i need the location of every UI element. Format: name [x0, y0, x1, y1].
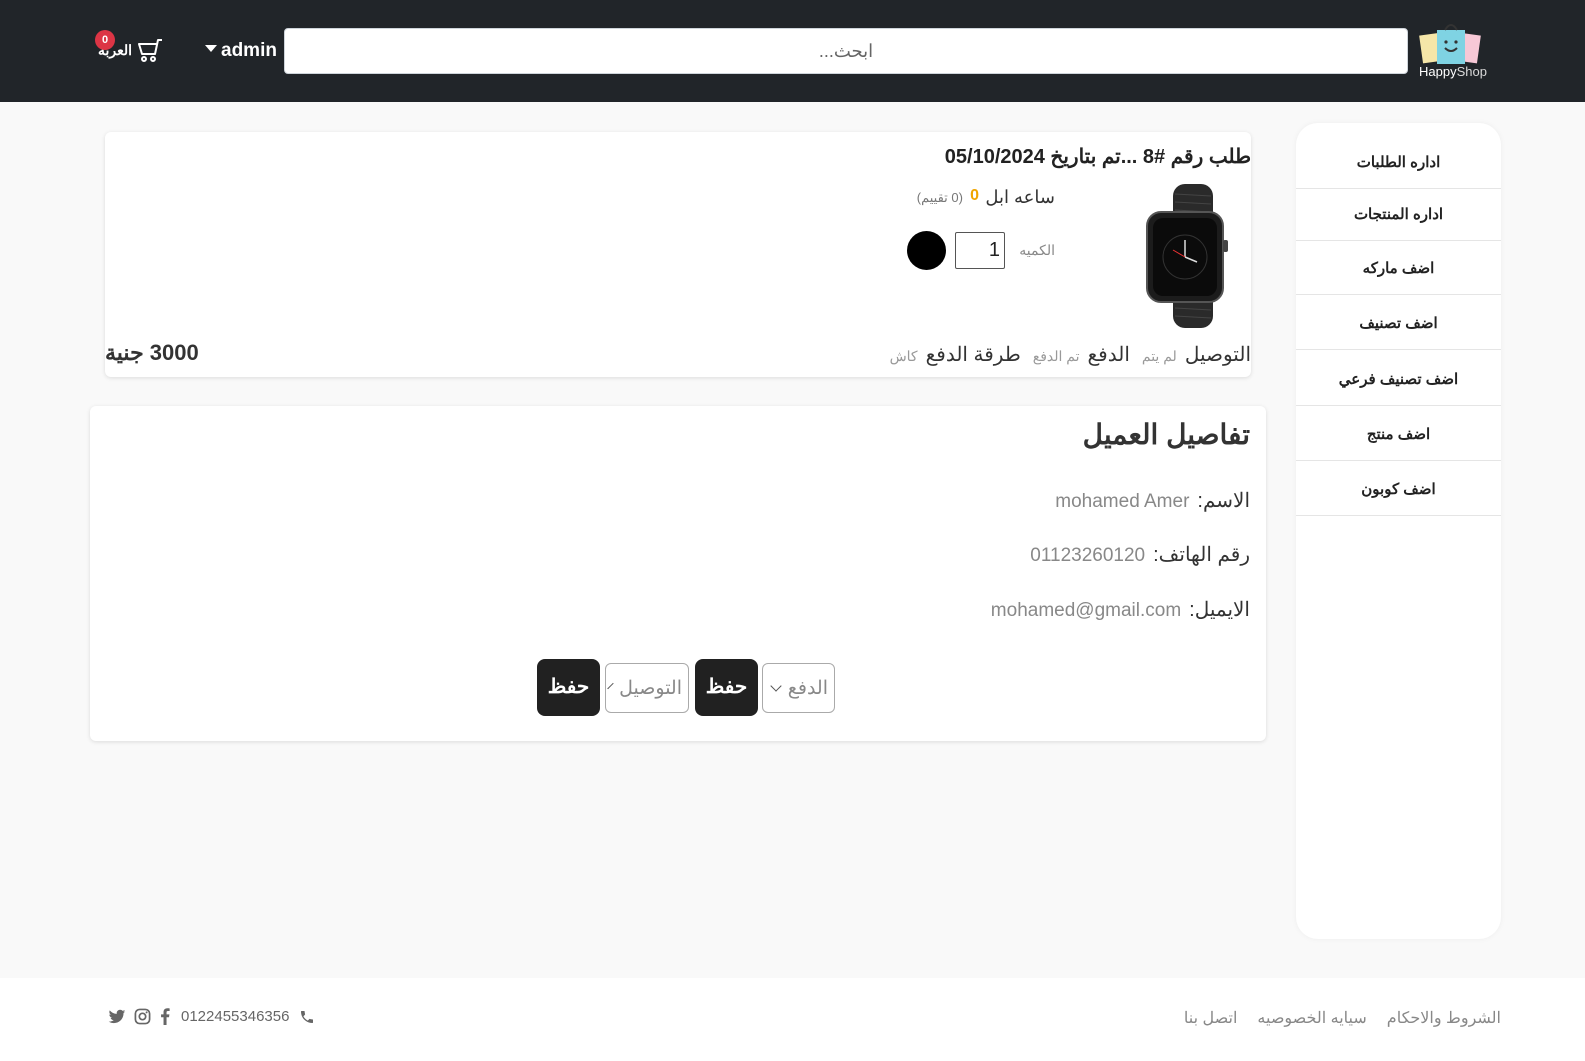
sidebar-item-manage-products[interactable]: اداره المنتجات [1296, 189, 1501, 241]
sidebar-item-add-subcategory[interactable]: اضف تصنيف فرعي [1296, 354, 1501, 406]
customer-email-row: الايميل: mohamed@gmail.com [991, 597, 1250, 622]
save-delivery-button[interactable]: حفظ [537, 659, 600, 716]
payment-method-label: طرقة الدفع [925, 344, 1021, 366]
footer: الشروط والاحكام سيايه الخصوصيه اتصل بنا … [0, 978, 1585, 1061]
product-color-swatch [907, 231, 946, 270]
shopping-bags-logo-icon [1419, 24, 1481, 64]
facebook-icon[interactable] [159, 1008, 171, 1025]
delivery-select-value: التوصيل [619, 677, 682, 699]
order-card: طلب رقم #8 ...تم بتاريخ 05/10/2024 ساعه … [105, 132, 1251, 377]
name-value: mohamed Amer [1055, 491, 1190, 512]
cart-icon [138, 39, 163, 62]
chevron-down-icon [607, 682, 614, 689]
payment-label: الدفع [1087, 344, 1130, 366]
footer-phone: 0122455346356 [181, 1008, 290, 1025]
sidebar-item-add-brand[interactable]: اضف ماركه [1296, 243, 1501, 295]
footer-link-contact[interactable]: اتصل بنا [1184, 1008, 1238, 1028]
delivery-status-select[interactable]: التوصيل [605, 663, 689, 713]
phone-label: رقم الهاتف: [1153, 544, 1250, 566]
footer-link-privacy[interactable]: سيايه الخصوصيه [1257, 1008, 1366, 1028]
sidebar-item-add-product[interactable]: اضف منتج [1296, 409, 1501, 461]
customer-details-title: تفاصيل العميل [1082, 419, 1250, 450]
cart-count-badge: 0 [95, 30, 115, 50]
payment-select-value: الدفع [787, 677, 828, 699]
customer-details-card: تفاصيل العميل الاسم: mohamed Amer رقم ال… [90, 406, 1266, 741]
payment-method-value: كاش [889, 348, 918, 364]
delivery-label: التوصيل [1184, 344, 1251, 366]
product-rating: 0 [970, 187, 979, 204]
quantity-label: الكميه [1019, 242, 1055, 258]
instagram-icon[interactable] [134, 1008, 151, 1025]
name-label: الاسم: [1197, 490, 1250, 512]
email-label: الايميل: [1189, 599, 1250, 621]
admin-sidebar: اداره الطلبات اداره المنتجات اضف ماركه ا… [1296, 123, 1501, 939]
save-payment-button[interactable]: حفظ [695, 659, 758, 716]
footer-link-terms[interactable]: الشروط والاحكام [1387, 1008, 1501, 1028]
footer-links: الشروط والاحكام سيايه الخصوصيه اتصل بنا [1184, 1008, 1501, 1028]
payment-status: تم الدفع [1032, 348, 1080, 364]
chevron-down-icon [770, 679, 782, 692]
quantity-value: 1 [955, 232, 1005, 269]
logo-text: HappyShop [1419, 64, 1487, 79]
customer-name-row: الاسم: mohamed Amer [1055, 488, 1250, 513]
product-name[interactable]: ساعه ابل [985, 187, 1055, 208]
order-total-price: 3000 جنية [105, 340, 199, 365]
sidebar-item-add-coupon[interactable]: اضف كوبون [1296, 464, 1501, 516]
email-value: mohamed@gmail.com [990, 600, 1182, 621]
twitter-icon[interactable] [108, 1009, 126, 1025]
delivery-status: لم يتم [1141, 348, 1177, 364]
product-image[interactable] [1143, 182, 1239, 330]
phone-value: 01123260120 [1030, 545, 1146, 566]
sidebar-item-add-category[interactable]: اضف تصنيف [1296, 298, 1501, 350]
payment-status-select[interactable]: الدفع [762, 663, 835, 713]
footer-contact: 0122455346356 [108, 1008, 315, 1025]
sidebar-item-manage-orders[interactable]: اداره الطلبات [1296, 137, 1501, 189]
top-navbar: HappyShop admin العربه 0 [0, 0, 1585, 102]
phone-icon [301, 1010, 314, 1023]
user-name: admin [221, 40, 277, 61]
caret-down-icon [205, 44, 217, 52]
search-input[interactable] [284, 28, 1408, 74]
order-status-row: التوصيل لم يتم الدفع تم الدفع طرقة الدفع… [890, 342, 1251, 367]
social-links [108, 1008, 171, 1025]
user-menu-dropdown[interactable]: admin [205, 38, 277, 64]
rating-count: (0 تقييم) [916, 190, 963, 205]
customer-phone-row: رقم الهاتف: 01123260120 [1030, 542, 1250, 567]
order-title: طلب رقم #8 ...تم بتاريخ 05/10/2024 [944, 146, 1251, 168]
brand-logo[interactable]: HappyShop [1419, 20, 1487, 82]
